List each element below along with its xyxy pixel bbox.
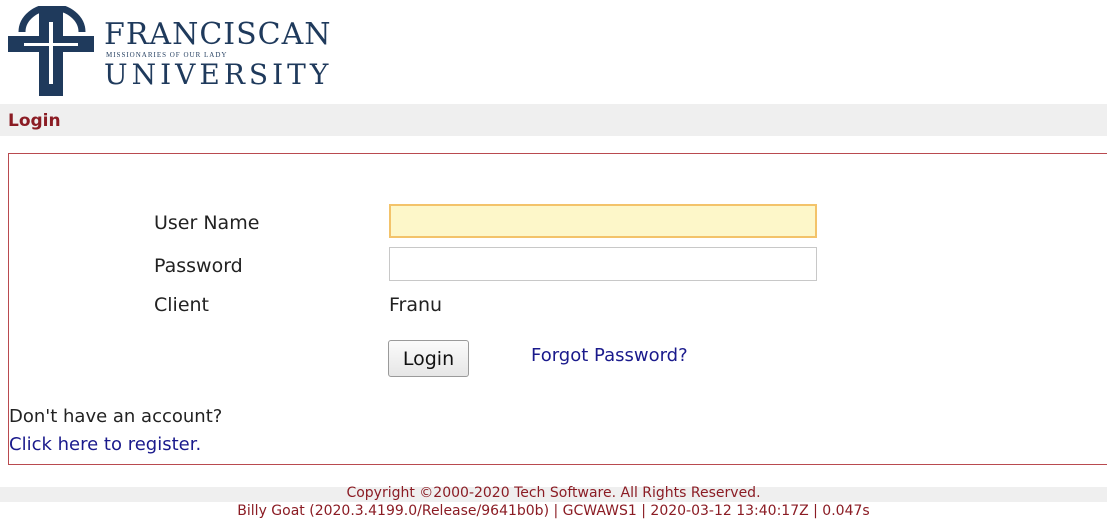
logo-line-franciscan: FRANCISCAN [104,17,332,52]
username-input[interactable] [389,204,817,238]
footer-build-info: Billy Goat (2020.3.4199.0/Release/9641b0… [237,503,870,519]
page-title-bar: Login [0,104,1107,136]
logo-wordmark: FRANCISCAN MISSIONARIES OF OUR LADY UNIV… [104,20,332,90]
register-link[interactable]: Click here to register. [9,434,201,455]
username-label: User Name [154,212,260,234]
forgot-password-link[interactable]: Forgot Password? [531,345,688,366]
password-label: Password [154,255,243,277]
login-button[interactable]: Login [388,340,469,377]
client-value: Franu [389,294,443,316]
cross-tau-icon [8,6,94,96]
university-logo: FRANCISCAN MISSIONARIES OF OUR LADY UNIV… [6,6,331,98]
logo-line-university: UNIVERSITY [104,58,333,91]
login-panel: User Name Password Client Franu Login Fo… [8,153,1107,465]
client-label: Client [154,294,210,316]
footer-copyright: Copyright ©2000-2020 Tech Software. All … [346,485,761,501]
password-input[interactable] [389,247,817,281]
no-account-text: Don't have an account? [9,406,223,427]
page-title: Login [8,111,61,131]
